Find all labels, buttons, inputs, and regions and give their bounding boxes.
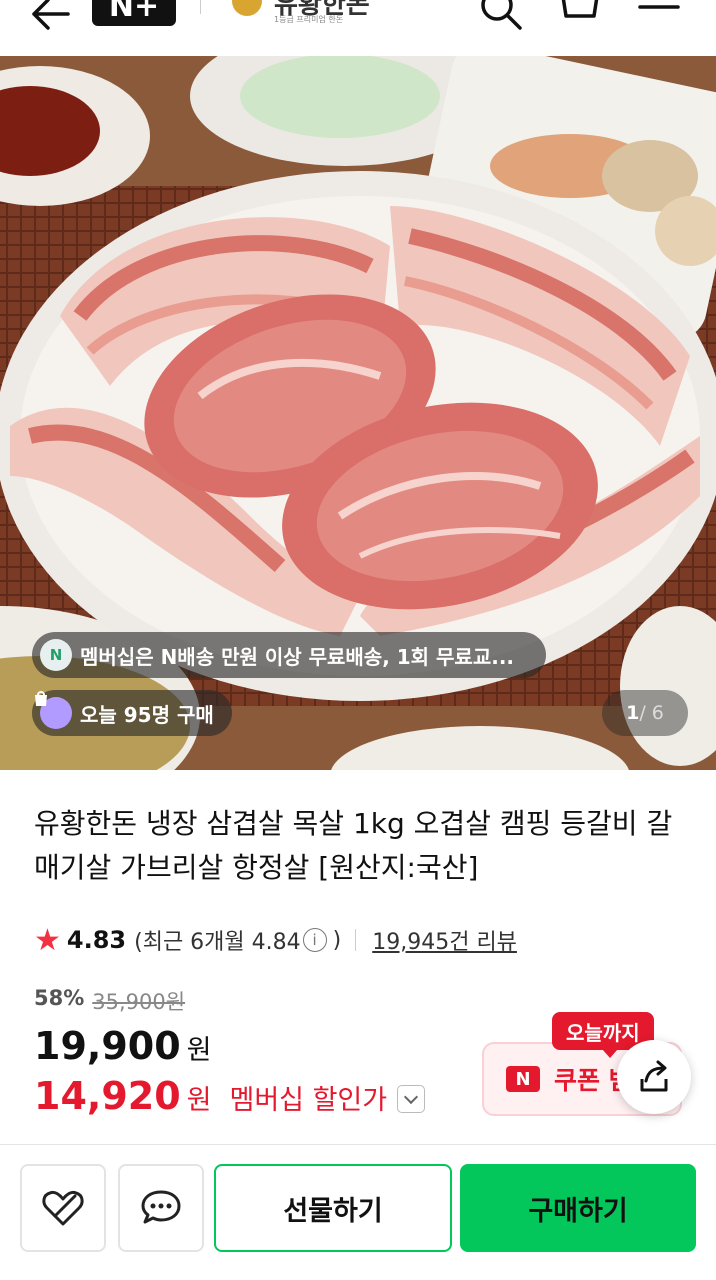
rating-row: ★ 4.83 (최근 6개월 4.84 i ) 19,945건 리뷰 (34, 920, 517, 960)
sale-price: 19,900 (34, 1024, 181, 1068)
star-icon: ★ (34, 922, 61, 958)
buy-button[interactable]: 구매하기 (460, 1164, 696, 1252)
talk-inquiry-button[interactable] (118, 1164, 204, 1252)
sale-price-row: 19,900 원 (34, 1024, 211, 1068)
discount-percent: 58% (34, 986, 85, 1010)
today-purchase-text: 오늘 95명 구매 (80, 702, 214, 727)
member-price-label: 멤버십 할인가 (229, 1085, 388, 1116)
member-price-row: 14,920 원 멤버십 할인가 (34, 1074, 426, 1118)
rating-score: 4.83 (66, 926, 127, 954)
recent-rating-close: ) (332, 927, 342, 953)
search-icon[interactable] (478, 0, 524, 32)
sale-price-unit: 원 (186, 1035, 212, 1066)
store-brand-logo[interactable]: 유황한돈 1등급 프리미엄 한돈 (230, 0, 400, 26)
member-price-unit: 원 (186, 1085, 212, 1116)
chevron-down-icon[interactable] (397, 1085, 426, 1113)
product-image-carousel[interactable]: N 멤버십은 N배송 만원 이상 무료배송, 1회 무료교... 오늘 95명 … (0, 56, 716, 770)
naver-n-icon: N (40, 639, 72, 671)
heart-icon (42, 1190, 84, 1226)
today-purchase-chip: 오늘 95명 구매 (32, 690, 232, 736)
header-divider (200, 0, 201, 14)
naver-n-icon: N (506, 1066, 540, 1092)
naver-plus-logo[interactable]: N+ (92, 0, 176, 26)
chat-bubble-icon (141, 1190, 181, 1224)
cart-icon[interactable] (556, 0, 604, 28)
hamburger-menu-icon[interactable] (638, 0, 680, 24)
brand-emblem-icon (232, 0, 262, 16)
info-icon[interactable]: i (302, 928, 327, 952)
page-total: / 6 (639, 702, 664, 724)
like-button[interactable] (20, 1164, 106, 1252)
image-page-indicator: 1 / 6 (602, 690, 688, 736)
discount-row: 58% 35,900원 (34, 986, 185, 1016)
recent-rating-text: (최근 6개월 4.84 (134, 930, 301, 955)
rating-separator (355, 929, 357, 951)
product-title: 유황한돈 냉장 삼겹살 목살 1kg 오겹살 캠핑 등갈비 갈매기살 가브리살 … (34, 807, 673, 884)
page-current: 1 (626, 702, 640, 724)
gift-button[interactable]: 선물하기 (214, 1164, 452, 1252)
membership-shipping-chip[interactable]: N 멤버십은 N배송 만원 이상 무료배송, 1회 무료교... (32, 632, 546, 678)
review-count-link[interactable]: 19,945건 리뷰 (372, 924, 517, 956)
shopping-bag-icon (35, 691, 72, 729)
brand-subtitle: 1등급 프리미엄 한돈 (274, 15, 344, 24)
bottom-bar-divider (0, 1144, 716, 1145)
membership-chip-text: 멤버십은 N배송 만원 이상 무료배송, 1회 무료교... (80, 644, 515, 669)
arrow-left-icon[interactable] (28, 0, 72, 34)
share-icon (640, 1060, 668, 1092)
share-button[interactable] (617, 1040, 691, 1114)
member-price: 14,920 (34, 1074, 181, 1118)
top-navigation-bar: N+ 유황한돈 1등급 프리미엄 한돈 (0, 0, 716, 56)
original-price: 35,900원 (92, 990, 186, 1014)
